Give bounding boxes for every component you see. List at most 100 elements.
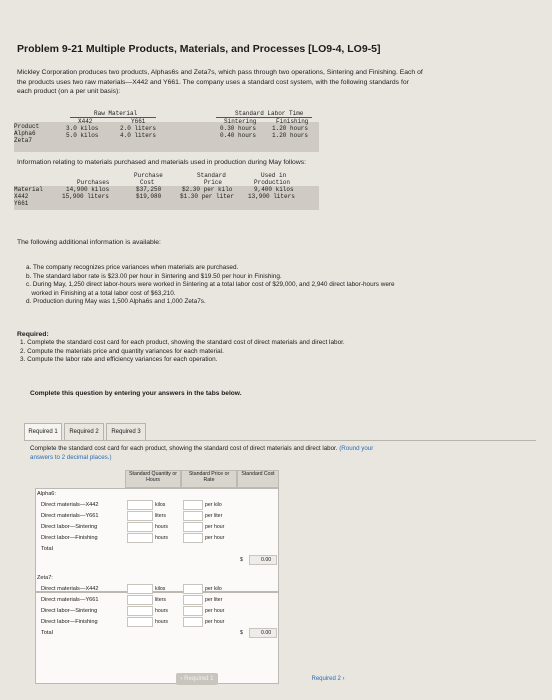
col-production-2: Production [254, 179, 291, 186]
unit-label: liters [155, 513, 166, 519]
panel-instruction-text: Complete the standard cost card for each… [30, 445, 338, 452]
zeta-finishing-qty-input[interactable] [127, 617, 153, 627]
row-material: X442 [14, 193, 29, 200]
col-product: Product [14, 123, 40, 130]
rate-unit-label: per hour [205, 535, 225, 541]
zeta-y661-price-input[interactable] [183, 595, 203, 605]
currency-sign: $ [240, 630, 243, 636]
row-product: Zeta7 [14, 137, 33, 144]
required-heading: Required: [17, 331, 49, 338]
col-cost-2: Cost [140, 179, 155, 186]
tab-required-3[interactable]: Required 3 [106, 423, 146, 441]
alpha-row-label: Direct labor—Sintering [41, 524, 98, 530]
cell-used: 13,900 liters [248, 193, 295, 200]
problem-page: Problem 9-21 Multiple Products, Material… [0, 0, 552, 700]
col-price-header: Standard Price or Rate [188, 471, 230, 484]
cell-purchases: 15,900 liters [62, 193, 109, 200]
rate-unit-label: per hour [205, 524, 225, 530]
zeta-y661-qty-input[interactable] [127, 595, 153, 605]
intro-line: the products uses two raw materials—X442… [17, 78, 409, 86]
currency-sign: $ [240, 557, 243, 563]
col-x442: X442 [78, 118, 93, 125]
next-button[interactable]: Required 2 › [304, 673, 352, 685]
cell-price: $1.30 per liter [180, 193, 235, 200]
chevron-right-icon: › [342, 676, 345, 682]
col-purchase-1: Purchase [134, 172, 163, 179]
alpha-y661-price-input[interactable] [183, 511, 203, 521]
zeta-x442-qty-input[interactable] [127, 584, 153, 594]
required-list: 1. Complete the standard cost card for e… [20, 339, 520, 365]
rate-unit-label: per liter [205, 513, 223, 519]
standards-table: Raw Material Standard Labor Time Product… [14, 110, 319, 152]
zeta-sintering-rate-input[interactable] [183, 606, 203, 616]
cell-cost: $37,250 [136, 186, 162, 193]
cell-y661: 4.0 liters [120, 132, 157, 139]
panel-round-note-wrap: answers to 2 decimal places.) [30, 453, 112, 461]
list-item: 3. Compute the labor rate and efficiency… [20, 356, 218, 364]
alpha-label: Alpha6: [37, 491, 56, 497]
alpha-total-label: Total [41, 546, 53, 552]
cell-y661: 2.0 liters [120, 125, 157, 132]
intro-line: each product (on a per unit basis): [17, 88, 121, 96]
cell-cost: $19,080 [136, 193, 162, 200]
alpha-row-label: Direct materials—Y661 [41, 513, 99, 519]
alpha-x442-price-input[interactable] [183, 500, 203, 510]
alpha-sintering-rate-input[interactable] [183, 522, 203, 532]
cell-finishing: 1.20 hours [272, 125, 309, 132]
col-price-2: Price [204, 179, 223, 186]
chevron-left-icon: ‹ [180, 676, 183, 682]
intro-line: Mickley Corporation produces two product… [17, 69, 423, 76]
cell-used: 9,400 kilos [254, 186, 294, 193]
prev-label: Required 1 [184, 676, 214, 682]
zeta-x442-price-input[interactable] [183, 584, 203, 594]
zeta-row-label: Direct labor—Sintering [41, 608, 98, 614]
col-sintering: Sintering [224, 118, 257, 125]
zeta-row-label: Direct labor—Finishing [41, 619, 98, 625]
zeta-row-label: Direct materials—Y661 [41, 597, 99, 603]
alpha-finishing-rate-input[interactable] [183, 533, 203, 543]
list-item: worked in Finishing at a total labor cos… [26, 289, 176, 297]
unit-label: liters [155, 597, 166, 603]
panel-instruction: Complete the standard cost card for each… [30, 445, 530, 462]
zeta-finishing-rate-input[interactable] [183, 617, 203, 627]
alpha-y661-qty-input[interactable] [127, 511, 153, 521]
cell-sintering: 0.30 hours [220, 125, 257, 132]
unit-label: kilos [155, 586, 166, 592]
col-finishing: Finishing [276, 118, 309, 125]
col-qty-header: Standard Quantity or Hours [129, 471, 177, 484]
row-product: Alpha6 [14, 130, 36, 137]
rate-unit-label: per kilo [205, 586, 222, 592]
additional-list: a. The company recognizes price variance… [26, 264, 526, 307]
col-purchases: Purchases [77, 179, 110, 186]
alpha-sintering-qty-input[interactable] [127, 522, 153, 532]
alpha-x442-qty-input[interactable] [127, 500, 153, 510]
cell-finishing: 1.20 hours [272, 132, 309, 139]
additional-heading: The following additional information is … [17, 239, 161, 246]
unit-label: hours [155, 524, 168, 530]
list-item: a. The company recognizes price variance… [26, 264, 239, 271]
rate-unit-label: per hour [205, 608, 225, 614]
panel-round-note: (Round your [339, 445, 374, 452]
col-standard-1: Standard [197, 172, 226, 179]
row-material: Y661 [14, 200, 29, 207]
prev-button[interactable]: ‹ Required 1 [176, 673, 218, 685]
alpha-finishing-qty-input[interactable] [127, 533, 153, 543]
zeta-sintering-qty-input[interactable] [127, 606, 153, 616]
zeta-total-label: Total [41, 630, 53, 636]
raw-material-header: Raw Material [94, 110, 138, 117]
col-material: Material [14, 186, 43, 193]
cell-purchases: 14,900 kilos [66, 186, 110, 193]
list-item: c. During May, 1,250 direct labor-hours … [26, 281, 395, 289]
next-label: Required 2 [311, 676, 341, 682]
rate-unit-label: per liter [205, 597, 223, 603]
problem-title: Problem 9-21 Multiple Products, Material… [17, 43, 381, 55]
tab-required-1[interactable]: Required 1 [24, 423, 62, 441]
cell-x442: 3.0 kilos [66, 125, 99, 132]
complete-instruction: Complete this question by entering your … [30, 390, 242, 397]
list-item: 2. Compute the materials price and quant… [20, 347, 224, 355]
unit-label: hours [155, 619, 168, 625]
required-tabs: Required 1 Required 2 Required 3 [24, 423, 534, 441]
rate-unit-label: per kilo [205, 502, 222, 508]
col-y661: Y661 [131, 118, 146, 125]
tab-required-2[interactable]: Required 2 [64, 423, 104, 441]
